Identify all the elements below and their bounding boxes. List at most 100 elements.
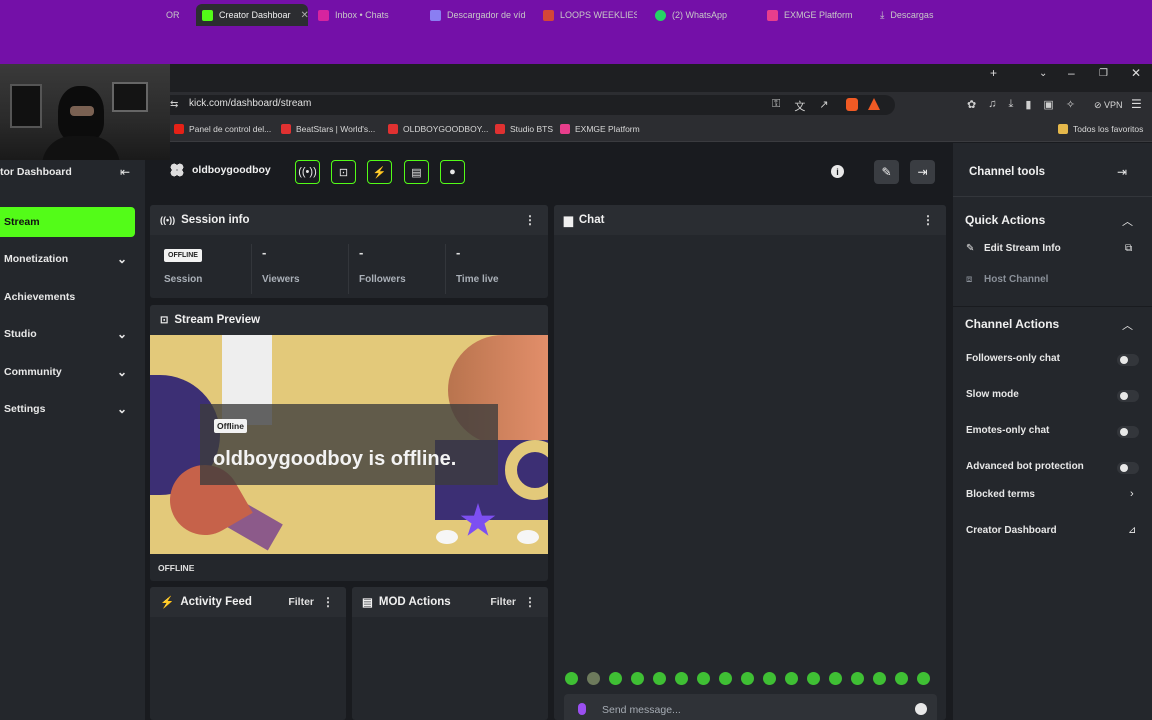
- menu-icon[interactable]: ☰: [1131, 97, 1142, 111]
- external-link-icon[interactable]: ⧉: [1125, 243, 1132, 254]
- browser-tab[interactable]: Inbox • Chats: [312, 4, 420, 26]
- emote-icon[interactable]: [895, 672, 908, 685]
- slow-mode-toggle[interactable]: [1117, 390, 1139, 402]
- emote-icon[interactable]: [565, 672, 578, 685]
- collapse-panel-icon[interactable]: ⇥: [1117, 165, 1127, 179]
- sidebar-item-studio[interactable]: Studio ⌄: [0, 319, 135, 349]
- chevron-up-icon[interactable]: ︿: [1122, 213, 1133, 229]
- maximize-icon[interactable]: ❐: [1099, 68, 1108, 79]
- quick-actions-header[interactable]: Quick Actions: [965, 213, 1045, 227]
- close-window-icon[interactable]: ✕: [1131, 66, 1141, 80]
- chat-bubble-icon[interactable]: ●: [440, 160, 465, 184]
- emote-icon[interactable]: [719, 672, 732, 685]
- channel-user[interactable]: oldboygoodboy: [170, 163, 271, 177]
- sidebar-item-label: Achievements: [4, 291, 76, 303]
- emote-icon[interactable]: [609, 672, 622, 685]
- exit-button[interactable]: ⇥: [910, 160, 935, 184]
- emote-icon[interactable]: [917, 672, 930, 685]
- emote-icon[interactable]: [741, 672, 754, 685]
- filter-button[interactable]: Filter: [288, 596, 314, 608]
- emote-icon[interactable]: [587, 672, 600, 685]
- downloads-icon[interactable]: ⤓: [1008, 98, 1013, 111]
- browser-tab[interactable]: EXMGE Platform: [761, 4, 865, 26]
- followers-only-chat-toggle[interactable]: [1117, 354, 1139, 366]
- sidebar-item-community[interactable]: Community ⌄: [0, 357, 135, 387]
- new-tab-button[interactable]: +: [990, 66, 997, 80]
- brave-shield-icon[interactable]: [846, 98, 858, 111]
- chevron-up-icon[interactable]: ︿: [1122, 317, 1133, 333]
- sidebar-item-stream[interactable]: Stream: [0, 207, 135, 237]
- chat-bubble-icon: ▆: [564, 215, 573, 227]
- chevron-down-icon: ⌄: [116, 365, 127, 379]
- url-text[interactable]: kick.com/dashboard/stream: [189, 98, 311, 109]
- wallet-icon[interactable]: ▣: [1043, 98, 1053, 111]
- filter-button[interactable]: Filter: [490, 596, 516, 608]
- edit-layout-button[interactable]: ✎: [874, 160, 899, 184]
- site-settings-icon[interactable]: ⇆: [170, 99, 178, 110]
- chevron-right-icon[interactable]: ›: [1130, 488, 1134, 500]
- notes-icon[interactable]: ▤: [404, 160, 429, 184]
- close-tab-icon[interactable]: ✕: [301, 10, 308, 21]
- more-options-icon[interactable]: ⋮: [322, 595, 334, 609]
- emote-icon[interactable]: [675, 672, 688, 685]
- key-icon[interactable]: ⚿: [772, 98, 780, 114]
- music-icon[interactable]: ♫: [988, 98, 996, 111]
- beatstars-favicon-icon: [281, 124, 291, 134]
- translate-icon[interactable]: 文: [794, 98, 805, 114]
- emotes-only-chat-label: Emotes-only chat: [966, 425, 1050, 436]
- emote-icon[interactable]: [829, 672, 842, 685]
- browser-tab-active[interactable]: Creator Dashboar ✕: [196, 4, 308, 26]
- vpn-button[interactable]: ⊘ VPN: [1094, 100, 1123, 111]
- emotes-only-chat-toggle[interactable]: [1117, 426, 1139, 438]
- minimize-icon[interactable]: –: [1068, 66, 1075, 80]
- emote-icon[interactable]: [851, 672, 864, 685]
- bookmark-item[interactable]: Panel de control del...: [174, 124, 271, 134]
- sidebar-title: tor Dashboard: [0, 166, 72, 178]
- sidebar-toggle-icon[interactable]: ▮: [1025, 98, 1031, 111]
- edit-stream-info-button[interactable]: Edit Stream Info: [984, 243, 1061, 254]
- browser-tab[interactable]: Descargador de víde: [424, 4, 526, 26]
- extensions-icon[interactable]: ✿: [967, 98, 976, 111]
- broadcast-icon[interactable]: ((•)): [295, 160, 320, 184]
- chat-message-input[interactable]: Send message...: [564, 694, 937, 720]
- microphone-icon[interactable]: [578, 703, 586, 715]
- sidebar-item-settings[interactable]: Settings ⌄: [0, 394, 135, 424]
- lightning-icon[interactable]: ⚡: [367, 160, 392, 184]
- emote-icon[interactable]: [873, 672, 886, 685]
- browser-tab[interactable]: (2) WhatsApp: [649, 4, 749, 26]
- bookmark-item[interactable]: BeatStars | World's...: [281, 124, 375, 134]
- camera-icon[interactable]: ⊡: [331, 160, 356, 184]
- browser-tab[interactable]: LOOPS WEEKLIES 2.0: [537, 4, 637, 26]
- sidebar-item-monetization[interactable]: Monetization ⌄: [0, 244, 135, 274]
- creator-dashboard-link[interactable]: Creator Dashboard: [966, 525, 1057, 536]
- emote-icon[interactable]: [697, 672, 710, 685]
- all-bookmarks-folder[interactable]: Todos los favoritos: [1058, 124, 1143, 134]
- bookmark-item[interactable]: EXMGE Platform: [560, 124, 640, 134]
- emote-icon[interactable]: [807, 672, 820, 685]
- chart-icon[interactable]: ⊿: [1128, 525, 1136, 536]
- emote-icon[interactable]: [631, 672, 644, 685]
- browser-tab[interactable]: ⤓ Descargas: [874, 4, 964, 26]
- emoji-icon[interactable]: [915, 703, 927, 715]
- notes-icon: ▤: [362, 597, 373, 609]
- bookmark-item[interactable]: Studio BTS: [495, 124, 553, 134]
- blocked-terms-link[interactable]: Blocked terms: [966, 489, 1035, 500]
- emote-icon[interactable]: [653, 672, 666, 685]
- tab-list-chevron-icon[interactable]: ⌄: [1039, 68, 1047, 79]
- browser-tab[interactable]: OR: [160, 4, 190, 26]
- more-options-icon[interactable]: ⋮: [922, 213, 934, 227]
- leo-ai-icon[interactable]: ✧: [1066, 98, 1075, 111]
- channel-actions-header[interactable]: Channel Actions: [965, 317, 1059, 331]
- tab-label: OR: [166, 10, 180, 20]
- bookmark-item[interactable]: OLDBOYGOODBOY...: [388, 124, 488, 134]
- host-channel-button[interactable]: Host Channel: [984, 274, 1048, 285]
- info-icon[interactable]: i: [831, 165, 844, 178]
- advanced-bot-protection-toggle[interactable]: [1117, 462, 1139, 474]
- emote-icon[interactable]: [785, 672, 798, 685]
- collapse-sidebar-icon[interactable]: ⇤: [120, 165, 130, 179]
- more-options-icon[interactable]: ⋮: [524, 213, 536, 227]
- emote-icon[interactable]: [763, 672, 776, 685]
- share-icon[interactable]: ↗: [819, 98, 828, 114]
- more-options-icon[interactable]: ⋮: [524, 595, 536, 609]
- sidebar-item-achievements[interactable]: Achievements: [0, 282, 135, 312]
